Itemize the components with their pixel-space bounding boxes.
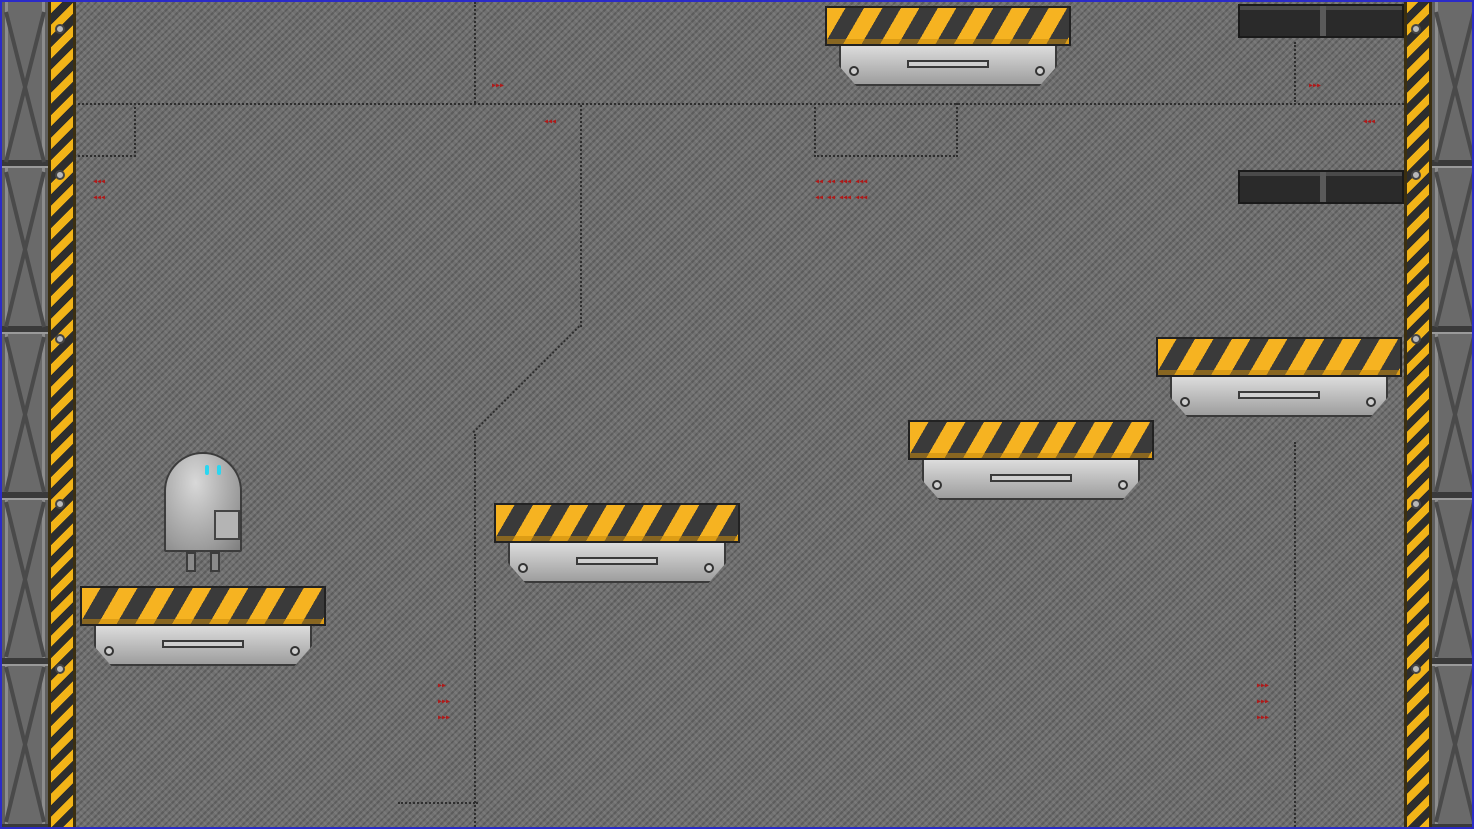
- bolt: [518, 563, 528, 573]
- platform-step-1: [908, 420, 1154, 504]
- platform-slot: [576, 557, 658, 565]
- platform-slot: [990, 474, 1072, 482]
- right-rivets: [1404, 2, 1432, 827]
- arrow-decal: ◂◂◂ ◂◂◂: [92, 176, 106, 203]
- bolt: [704, 563, 714, 573]
- rivet: [1411, 24, 1421, 34]
- platform-step-2: [1156, 337, 1402, 421]
- arrow-decal: ◂◂◂: [543, 116, 557, 127]
- robot-eye-left: [205, 465, 209, 475]
- girder-bracing: [1434, 11, 1472, 823]
- floor-seam: [398, 802, 478, 804]
- left-rivets: [48, 2, 76, 827]
- platform-start: [80, 586, 326, 670]
- rivet: [55, 170, 65, 180]
- floor-seam: [472, 325, 580, 434]
- bolt: [1035, 66, 1045, 76]
- rivet: [55, 24, 65, 34]
- arrow-decal: ▸▸▸: [491, 80, 505, 91]
- bolt: [1366, 397, 1376, 407]
- robot-leg-left: [186, 552, 196, 572]
- rivet: [55, 499, 65, 509]
- wall-panel: [1238, 170, 1404, 204]
- hazard-stripe: [494, 503, 740, 543]
- platform-slot: [162, 640, 244, 648]
- arrow-decal: ▸▸ ▸▸▸ ▸▸▸: [437, 680, 451, 723]
- left-girder: [2, 2, 48, 827]
- girder-bracing: [4, 11, 46, 823]
- arrow-decal: ▸▸▸ ▸▸▸ ▸▸▸: [1256, 680, 1270, 723]
- rivet: [1411, 170, 1421, 180]
- floor-seam: [1294, 42, 1296, 102]
- robot-panel: [214, 510, 240, 540]
- hazard-stripe: [80, 586, 326, 626]
- bolt: [849, 66, 859, 76]
- bolt: [104, 646, 114, 656]
- wall-panel: [1238, 4, 1404, 38]
- rivet: [1411, 499, 1421, 509]
- hazard-stripe: [908, 420, 1154, 460]
- floor-seam: [78, 103, 136, 157]
- floor-seam: [1294, 442, 1296, 827]
- robot-eye-right: [217, 465, 221, 475]
- arrow-decal: ▸▸▸: [1308, 80, 1322, 91]
- platform-middle: [494, 503, 740, 587]
- player-robot[interactable]: [164, 452, 244, 574]
- floor-seam: [814, 103, 958, 157]
- right-girder: [1432, 2, 1472, 827]
- bolt: [1118, 480, 1128, 490]
- platform-top: [825, 6, 1071, 90]
- arrow-decal: ◂◂◂: [1362, 116, 1376, 127]
- floor-seam: [580, 105, 582, 327]
- rivet: [55, 664, 65, 674]
- floor-seam: [474, 2, 476, 103]
- bolt: [1180, 397, 1190, 407]
- game-viewport[interactable]: ▸▸▸ ◂◂◂ ▸▸▸ ◂◂◂ ◂◂◂ ◂◂◂ ◂ ◂ ◂◂ ◂◂ ◂ ◂◂ ◂ ◂…: [0, 0, 1474, 829]
- floor-seam: [474, 434, 476, 827]
- floor-seam: [78, 103, 1408, 105]
- bolt: [932, 480, 942, 490]
- arrow-decal: ◂◂ ◂◂ ◂◂◂ ◂◂◂ ◂◂ ◂◂ ◂◂◂ ◂◂◂: [814, 176, 868, 203]
- rivet: [1411, 664, 1421, 674]
- hazard-stripe: [1156, 337, 1402, 377]
- bolt: [290, 646, 300, 656]
- rivet: [1411, 334, 1421, 344]
- platform-slot: [907, 60, 989, 68]
- rivet: [55, 334, 65, 344]
- hazard-stripe: [825, 6, 1071, 46]
- robot-leg-right: [210, 552, 220, 572]
- platform-slot: [1238, 391, 1320, 399]
